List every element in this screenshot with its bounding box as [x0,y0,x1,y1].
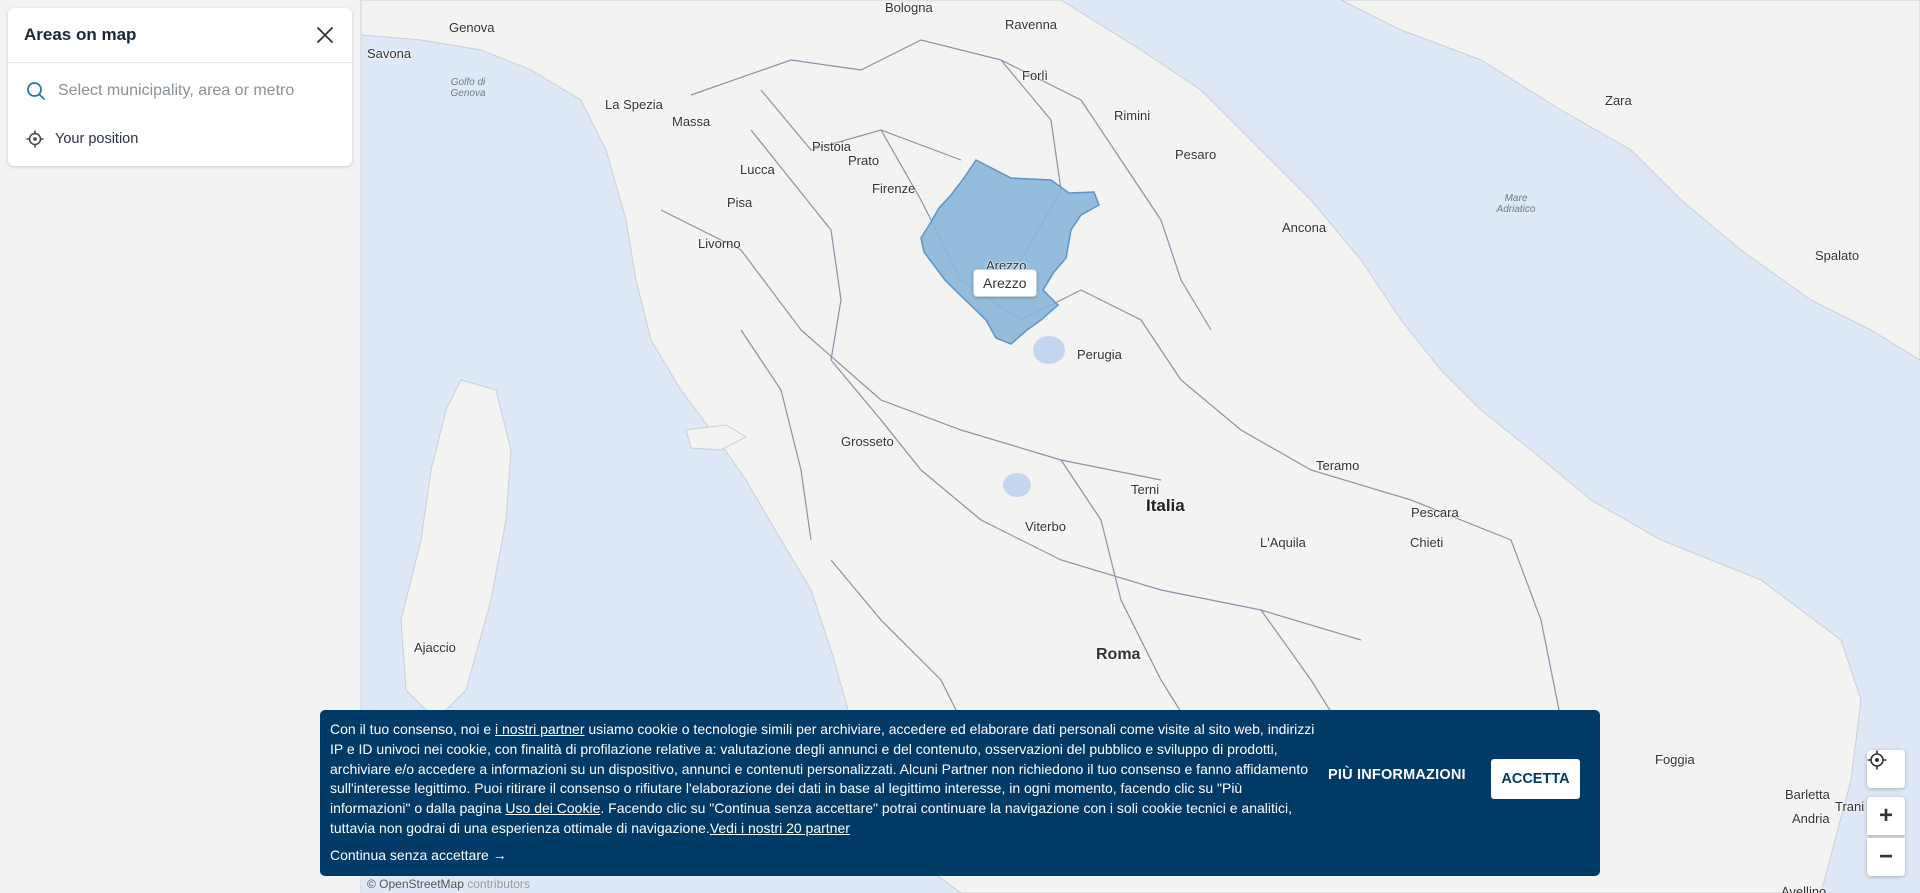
city-label: Trani [1835,799,1865,814]
city-label: Ravenna [1005,17,1058,32]
city-label: Barletta [1785,787,1830,802]
crosshair-icon [1867,750,1887,770]
lake-bolsena [1003,473,1031,497]
map-attribution: © OpenStreetMap contributors [367,877,530,891]
search-icon [27,82,45,100]
city-label: Firenze [872,181,916,196]
sea-label-adriatico: Mare Adriatico [1496,193,1536,215]
all-partners-link[interactable]: Vedi i nostri 20 partner [710,820,850,836]
locate-button[interactable] [1867,750,1905,788]
city-label: Grosseto [841,434,894,449]
city-label: Savona [367,46,412,61]
panel-header: Areas on map [8,8,352,63]
city-label: Spalato [1815,248,1860,263]
country-label: Italia [1146,496,1185,515]
city-label: Teramo [1316,458,1360,473]
city-label: Zara [1605,93,1632,108]
land-balkans [1340,0,1920,361]
city-label: Foggia [1655,752,1695,767]
continue-without-accepting-link[interactable]: Continua senza accettare → [330,847,507,863]
city-label: Livorno [698,236,741,251]
city-label: Pescara [1411,505,1459,520]
cookie-text-part: Con il tuo consenso, noi e [330,721,495,737]
city-label: Viterbo [1025,519,1066,534]
close-button[interactable] [312,22,338,48]
zoom-in-button[interactable]: + [1867,797,1905,835]
search-input[interactable] [56,81,330,101]
lake-trasimeno [1033,336,1065,364]
city-label: Ancona [1282,220,1327,235]
partners-link[interactable]: i nostri partner [495,721,584,737]
accept-button[interactable]: ACCETTA [1491,759,1580,799]
city-label: Forlì [1022,68,1048,83]
city-label: L'Aquila [1260,535,1306,550]
city-label: Rimini [1114,108,1151,123]
cookie-banner: Con il tuo consenso, noi e i nostri part… [320,710,1600,876]
land-corsica [400,379,512,721]
city-label: Andria [1792,811,1830,826]
your-position-button[interactable]: Your position [8,119,352,159]
areas-panel: Areas on map Your position [8,8,352,166]
sea-label-golfo-genova: Golfo di Genova [450,77,486,99]
cookie-text: Con il tuo consenso, noi e i nostri part… [330,720,1320,839]
attribution-suffix: contributors [467,877,530,891]
your-position-label: Your position [55,131,139,147]
city-label: Terni [1131,482,1160,497]
city-label: Chieti [1410,535,1444,550]
city-label: Pesaro [1175,147,1217,162]
city-label: Lucca [740,162,775,177]
city-label: Roma [1096,646,1141,663]
cookie-policy-link[interactable]: Uso dei Cookie [505,800,600,816]
city-label: Prato [848,153,880,168]
city-label: Massa [672,114,711,129]
city-label: Perugia [1077,347,1122,362]
city-label: Genova [449,20,495,35]
city-label: Bologna [885,0,933,15]
city-label: Ajaccio [414,640,456,655]
attribution-link[interactable]: © OpenStreetMap [367,877,464,891]
crosshair-icon [26,130,44,148]
more-info-button[interactable]: PIÙ INFORMAZIONI [1328,767,1466,783]
city-label: Pistoia [812,139,852,154]
left-sidebar: Areas on map Your position [0,0,361,893]
city-label: Pisa [727,195,753,210]
area-tooltip: Arezzo [973,269,1037,297]
city-label: La Spezia [605,97,663,112]
close-icon [317,27,333,43]
city-label: Avellino [1781,884,1827,893]
search-row [8,63,352,119]
panel-title: Areas on map [24,25,137,44]
zoom-out-button[interactable]: − [1867,838,1905,876]
